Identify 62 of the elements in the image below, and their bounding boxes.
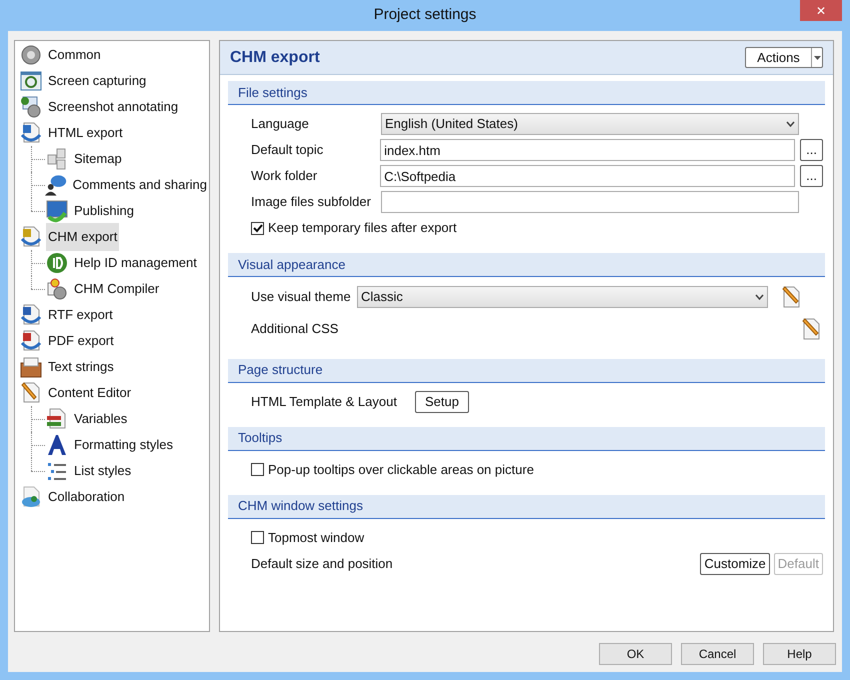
checkbox[interactable] — [251, 222, 264, 234]
tree-item[interactable]: Content Editor — [46, 379, 134, 407]
tree-item[interactable]: Variables — [72, 405, 130, 433]
tree-item[interactable]: HTML export — [46, 119, 125, 147]
tree-item[interactable]: Screen capturing — [46, 67, 148, 95]
field-label: HTML Template & Layout — [251, 392, 397, 411]
actions-button[interactable]: Actions — [745, 47, 823, 68]
tree-item[interactable]: PDF export — [46, 327, 116, 355]
field-label: Additional CSS — [251, 320, 340, 338]
checkbox-label: Pop-up tooltips over clickable areas on picture — [268, 460, 534, 479]
panel-title: CHM export — [230, 48, 320, 68]
field-label: Image files subfolder — [251, 193, 372, 212]
tree-item[interactable]: RTF export — [46, 301, 115, 329]
text-field[interactable]: C:\Softpedia — [380, 165, 796, 187]
tree-item[interactable]: Sitemap — [72, 145, 124, 173]
dropdown[interactable]: English (United States) — [381, 113, 799, 135]
export-document-icon — [19, 121, 43, 145]
text-field[interactable]: index.htm — [380, 139, 796, 161]
tree-item[interactable]: Publishing — [72, 197, 136, 225]
checkbox-label: Keep temporary files after export — [268, 219, 457, 238]
dialog-button[interactable]: Help — [763, 643, 836, 665]
section-header: Visual appearance — [228, 253, 825, 277]
tree-item[interactable]: Formatting styles — [72, 431, 175, 459]
section-header: Page structure — [228, 358, 825, 382]
caret-icon — [814, 56, 820, 60]
tree-item[interactable]: Comments and sharing — [70, 171, 209, 199]
section-header: File settings — [228, 81, 825, 105]
dialog-button[interactable]: OK — [599, 643, 672, 665]
dialog-button[interactable]: Cancel — [681, 643, 754, 665]
tree-item[interactable]: Screenshot annotating — [46, 93, 180, 121]
box-icon — [19, 355, 43, 379]
text-field[interactable] — [381, 191, 799, 213]
field-label: Default topic — [251, 141, 324, 160]
field-label: Language — [251, 115, 310, 134]
field-label: Work folder — [251, 167, 318, 186]
browse-button[interactable]: ... — [800, 165, 823, 187]
window-title: Project settings — [374, 5, 476, 26]
tree-item[interactable]: CHM Compiler — [72, 275, 162, 303]
chevron-icon — [755, 294, 764, 300]
id-badge-icon — [45, 251, 69, 275]
window-size-button[interactable]: Customize — [700, 552, 770, 574]
setup-button[interactable]: Setup — [414, 390, 469, 412]
serif-letter-icon — [45, 433, 69, 457]
section-header: Tooltips — [228, 426, 825, 450]
tree-item[interactable]: Collaboration — [46, 483, 127, 511]
checkbox[interactable] — [251, 463, 264, 476]
tree-item[interactable]: Common — [46, 41, 103, 69]
tree-item[interactable]: Help ID management — [72, 249, 199, 277]
field-label: Default size and position — [251, 554, 394, 573]
tree-item[interactable]: List styles — [72, 457, 134, 485]
field-label: Use visual theme — [251, 288, 352, 306]
chevron-icon — [786, 121, 795, 127]
speech-bubble-icon — [44, 173, 68, 197]
cloud-user-icon — [19, 485, 43, 509]
tree-item[interactable]: Text strings — [46, 353, 116, 381]
section-header: CHM window settings — [228, 494, 825, 518]
close-button[interactable]: ✕ — [800, 0, 842, 21]
browse-button[interactable]: ... — [800, 139, 823, 161]
tree-item[interactable]: CHM export — [46, 223, 120, 251]
dropdown[interactable]: Classic — [357, 286, 768, 308]
checkbox-label: Topmost window — [268, 528, 364, 547]
checkbox[interactable] — [251, 531, 264, 544]
